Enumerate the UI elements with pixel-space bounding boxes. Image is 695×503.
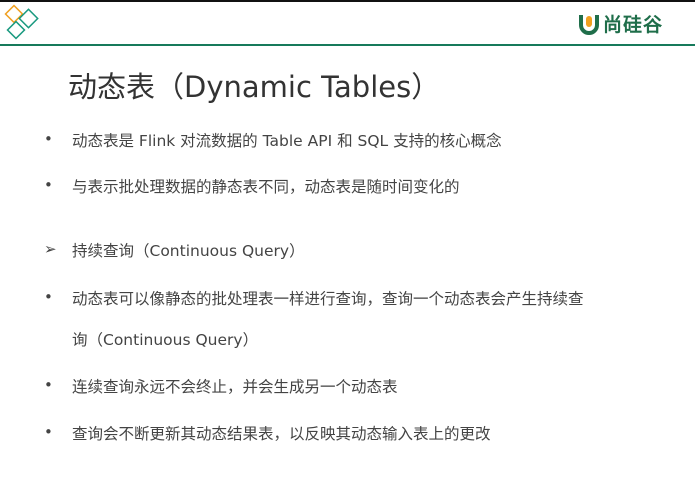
bullet: • [44,176,53,194]
list-item: 连续查询永远不会终止，并会生成另一个动态表 [72,378,398,396]
bullet: • [44,423,53,441]
bullet: • [44,130,53,148]
brand-name: 尚硅谷 [603,14,664,36]
list-item: 动态表是 Flink 对流数据的 Table API 和 SQL 支持的核心概念 [72,132,502,150]
list-item: 动态表可以像静态的批处理表一样进行查询，查询一个动态表会产生持续查 [72,290,584,308]
bullet: • [44,376,53,394]
bullet: • [44,288,53,306]
header-rule [0,44,695,46]
top-border [0,0,695,2]
list-item: 查询会不断更新其动态结果表，以反映其动态输入表上的更改 [72,425,491,443]
diamond-logo-icon [4,4,39,40]
list-item: 持续查询（Continuous Query） [72,242,305,260]
slide-title: 动态表（Dynamic Tables） [68,70,441,104]
list-item-continuation: 询（Continuous Query） [72,331,259,349]
brand-u-icon [579,14,599,35]
arrow-bullet: ➢ [44,240,57,258]
brand-logo: 尚硅谷 [578,10,663,37]
list-item: 与表示批处理数据的静态表不同，动态表是随时间变化的 [72,178,460,196]
